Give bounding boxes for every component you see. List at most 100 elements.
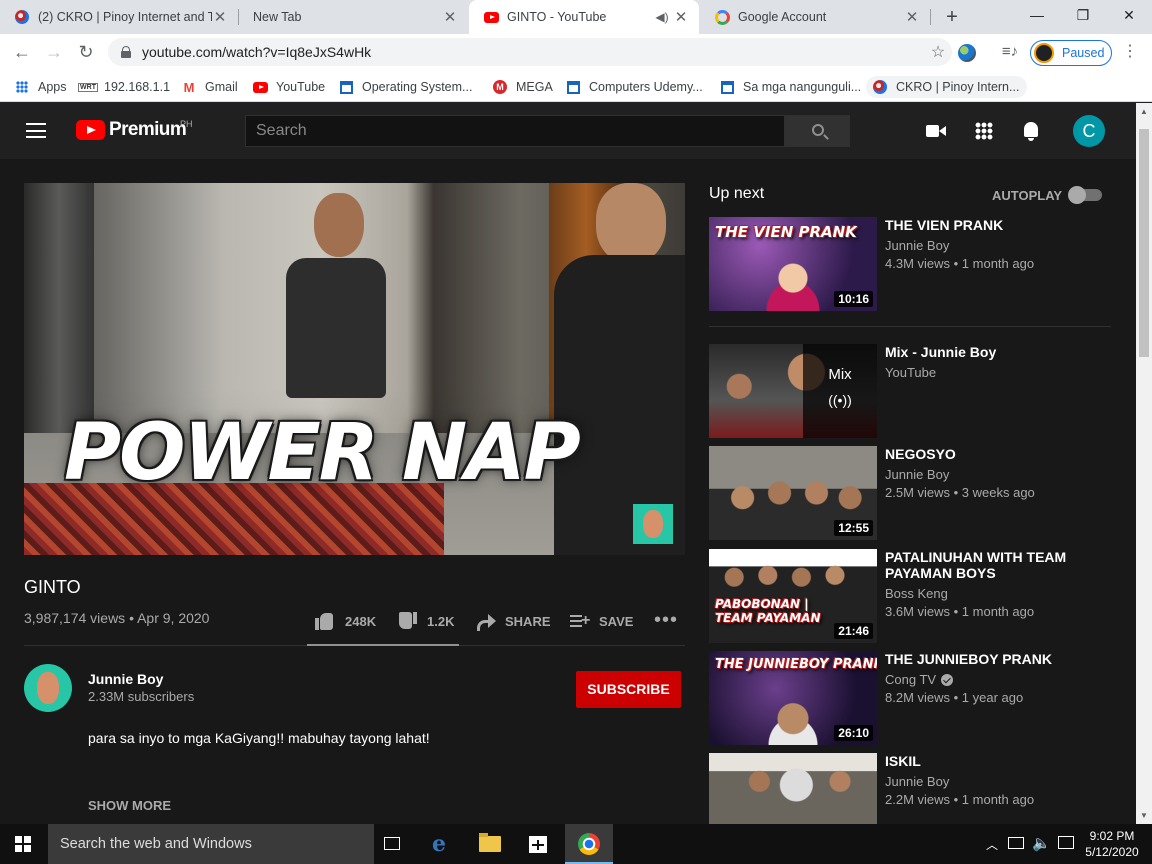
lock-icon[interactable]	[120, 46, 132, 58]
speaker-icon[interactable]: ◀)	[651, 10, 673, 24]
bookmark-operating-system[interactable]: Operating System...	[338, 76, 472, 98]
youtube-icon	[252, 79, 268, 95]
recommendation-title: THE JUNNIEBOY PRANK	[885, 651, 1052, 667]
bookmark-youtube[interactable]: YouTube	[252, 76, 325, 98]
building-icon	[719, 79, 735, 95]
show-more-button[interactable]: SHOW MORE	[88, 798, 171, 813]
recommendation-item[interactable]: Mix ((•)) Mix - Junnie Boy YouTube	[709, 344, 1111, 438]
bookmark-label: YouTube	[276, 80, 326, 94]
account-avatar[interactable]: C	[1073, 115, 1105, 147]
dislike-button[interactable]: 1.2K	[397, 609, 454, 633]
create-video-icon[interactable]	[924, 119, 948, 143]
search-button[interactable]	[785, 115, 850, 147]
action-center-icon[interactable]	[1058, 836, 1074, 849]
tray-chevron-up-icon[interactable]: ︿	[986, 836, 998, 853]
thumbnail-text: THE JUNNIEBOY PRANK	[715, 657, 877, 672]
screen: (2) CKRO | Pinoy Internet and Te ✕ New T…	[0, 0, 1152, 864]
start-button[interactable]	[0, 824, 48, 864]
task-view-button[interactable]	[368, 824, 416, 864]
video-thumbnail[interactable]: THE JUNNIEBOY PRANK 26:10	[709, 651, 877, 745]
chrome-menu-icon[interactable]: ⋮	[1120, 38, 1140, 66]
search-input[interactable]: Search	[245, 115, 785, 147]
recommendation-item[interactable]: 12:55 NEGOSYO Junnie Boy 2.5M views • 3 …	[709, 446, 1111, 540]
subscribe-button[interactable]: SUBSCRIBE	[576, 671, 681, 708]
video-player[interactable]: POWER NAP	[24, 183, 685, 555]
bookmark-sa-mga[interactable]: Sa mga nangunguli...	[719, 76, 861, 98]
video-thumbnail[interactable]: 12:55	[709, 446, 877, 540]
folder-icon	[479, 833, 501, 852]
forward-button[interactable]: →	[40, 38, 68, 66]
window-close-button[interactable]: ✕	[1106, 0, 1152, 30]
autoplay-toggle[interactable]	[1068, 186, 1102, 204]
clock[interactable]: 9:02 PM 5/12/2020	[1084, 828, 1140, 860]
mix-label: Mix	[828, 366, 852, 383]
bookmark-gmail[interactable]: M Gmail	[181, 76, 238, 98]
clock-time: 9:02 PM	[1089, 829, 1135, 843]
scroll-up-arrow-icon[interactable]: ▲	[1140, 107, 1148, 116]
page-scrollbar[interactable]: ▲ ▼	[1136, 103, 1152, 824]
bookmark-star-icon[interactable]: ☆	[924, 42, 952, 62]
new-tab-button[interactable]: +	[940, 5, 964, 29]
profile-paused-button[interactable]: Paused	[1030, 40, 1112, 66]
close-icon[interactable]: ✕	[904, 8, 920, 26]
restore-button[interactable]: ❐	[1060, 0, 1106, 30]
bookmark-router[interactable]: WRT 192.168.1.1	[78, 76, 170, 98]
bookmark-computers-udemy[interactable]: Computers Udemy...	[565, 76, 703, 98]
close-icon[interactable]: ✕	[673, 8, 689, 26]
tab-new-tab[interactable]: New Tab ✕	[239, 0, 468, 34]
bookmark-mega[interactable]: M MEGA	[492, 76, 553, 98]
back-button[interactable]: ←	[8, 38, 36, 66]
share-button[interactable]: SHARE	[475, 609, 551, 633]
building-icon	[565, 79, 581, 95]
extension-globe-icon[interactable]	[958, 44, 976, 62]
recommendation-channel: YouTube	[885, 365, 937, 380]
tab-ckro[interactable]: (2) CKRO | Pinoy Internet and Te ✕	[0, 0, 238, 34]
recommendation-meta: 2.2M views • 1 month ago	[885, 792, 1035, 807]
reload-button[interactable]: ↻	[72, 38, 100, 66]
edge-button[interactable]: e	[418, 824, 466, 864]
dislike-count: 1.2K	[427, 613, 455, 629]
chrome-button[interactable]	[565, 824, 613, 864]
channel-avatar[interactable]	[24, 664, 72, 712]
scrollbar-thumb[interactable]	[1139, 129, 1149, 357]
video-thumbnail[interactable]: Mix ((•))	[709, 344, 877, 438]
recommendation-item[interactable]: PABOBONAN | TEAM PAYAMAN 21:46 PATALINUH…	[709, 549, 1111, 643]
bookmark-apps[interactable]: Apps	[14, 76, 67, 98]
more-actions-icon[interactable]: •••	[654, 609, 678, 632]
video-thumbnail[interactable]	[709, 753, 877, 824]
recommendation-item[interactable]: THE VIEN PRANK 10:16 THE VIEN PRANK Junn…	[709, 217, 1111, 311]
youtube-apps-icon[interactable]	[975, 122, 993, 140]
store-icon	[529, 836, 547, 853]
hamburger-menu-icon[interactable]	[26, 123, 46, 138]
address-bar[interactable]: youtube.com/watch?v=Iq8eJxS4wHk ☆	[108, 38, 952, 66]
channel-name[interactable]: Junnie Boy	[88, 671, 163, 687]
tab-youtube[interactable]: GINTO - YouTube ◀) ✕	[469, 0, 699, 34]
minimize-button[interactable]: —	[1014, 0, 1060, 30]
thumbs-down-icon	[397, 611, 419, 631]
volume-icon[interactable]: 🔈	[1032, 834, 1051, 852]
recommendation-meta: 4.3M views • 1 month ago	[885, 256, 1035, 271]
file-explorer-button[interactable]	[466, 824, 514, 864]
save-button[interactable]: SAVE	[569, 609, 633, 633]
taskbar-search-input[interactable]: Search the web and Windows	[48, 824, 374, 864]
close-icon[interactable]: ✕	[212, 8, 228, 26]
youtube-logo[interactable]: Premium	[76, 119, 187, 141]
notifications-bell-icon[interactable]	[1019, 119, 1043, 143]
url-text[interactable]: youtube.com/watch?v=Iq8eJxS4wHk	[142, 44, 924, 60]
recommendation-item[interactable]: THE JUNNIEBOY PRANK 26:10 THE JUNNIEBOY …	[709, 651, 1111, 745]
close-icon[interactable]: ✕	[442, 8, 458, 26]
bookmark-label: Gmail	[205, 80, 238, 94]
recommendation-item[interactable]: ISKIL Junnie Boy 2.2M views • 1 month ag…	[709, 753, 1111, 824]
recommendation-channel: Junnie Boy	[885, 238, 950, 253]
video-thumbnail[interactable]: THE VIEN PRANK 10:16	[709, 217, 877, 311]
media-controls-icon[interactable]: ≡♪	[1000, 42, 1020, 62]
like-button[interactable]: 248K	[315, 609, 376, 633]
bookmark-ckro[interactable]: CKRO | Pinoy Intern...	[866, 76, 1028, 98]
channel-watermark[interactable]	[633, 504, 673, 544]
store-button[interactable]	[514, 824, 562, 864]
tab-google-account[interactable]: Google Account ✕	[700, 0, 930, 34]
video-thumbnail[interactable]: PABOBONAN | TEAM PAYAMAN 21:46	[709, 549, 877, 643]
scroll-down-arrow-icon[interactable]: ▼	[1140, 811, 1148, 820]
video-views-date: 3,987,174 views • Apr 9, 2020	[24, 610, 210, 626]
network-icon[interactable]	[1008, 837, 1024, 849]
